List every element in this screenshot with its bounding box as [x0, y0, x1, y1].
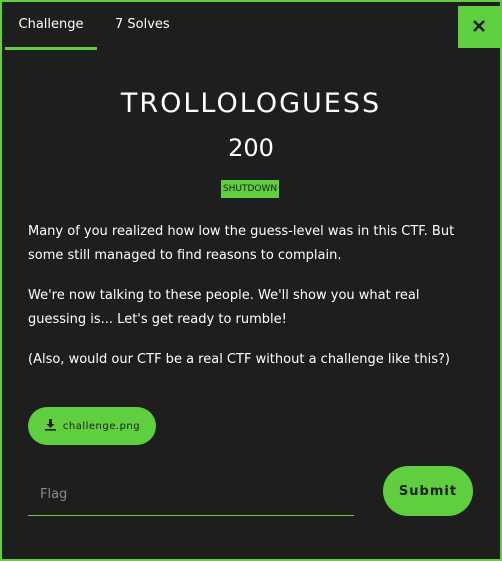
flag-input[interactable]	[28, 474, 354, 516]
challenge-modal: Challenge 7 Solves TROLLOLOGUESS 200 SHU…	[0, 0, 502, 561]
challenge-title: TROLLOLOGUESS	[120, 88, 382, 119]
description-paragraph: Many of you realized how low the guess-l…	[28, 224, 455, 263]
download-icon	[44, 418, 63, 434]
close-button[interactable]	[458, 6, 500, 48]
tab-challenge[interactable]: Challenge	[5, 2, 97, 50]
challenge-tag: SHUTDOWN	[221, 180, 279, 198]
tab-solves[interactable]: 7 Solves	[97, 2, 184, 46]
download-filename: challenge.png	[62, 420, 141, 432]
close-icon	[472, 18, 486, 37]
modal-tabs: Challenge 7 Solves	[5, 2, 184, 50]
description-paragraph: We're now talking to these people. We'll…	[28, 288, 420, 327]
download-file-button[interactable]: challenge.png	[28, 407, 156, 445]
challenge-points: 200	[228, 134, 274, 162]
challenge-description: Many of you realized how low the guess-l…	[28, 220, 468, 388]
submit-button[interactable]: Submit	[383, 466, 473, 516]
description-paragraph: (Also, would our CTF be a real CTF witho…	[28, 352, 450, 367]
